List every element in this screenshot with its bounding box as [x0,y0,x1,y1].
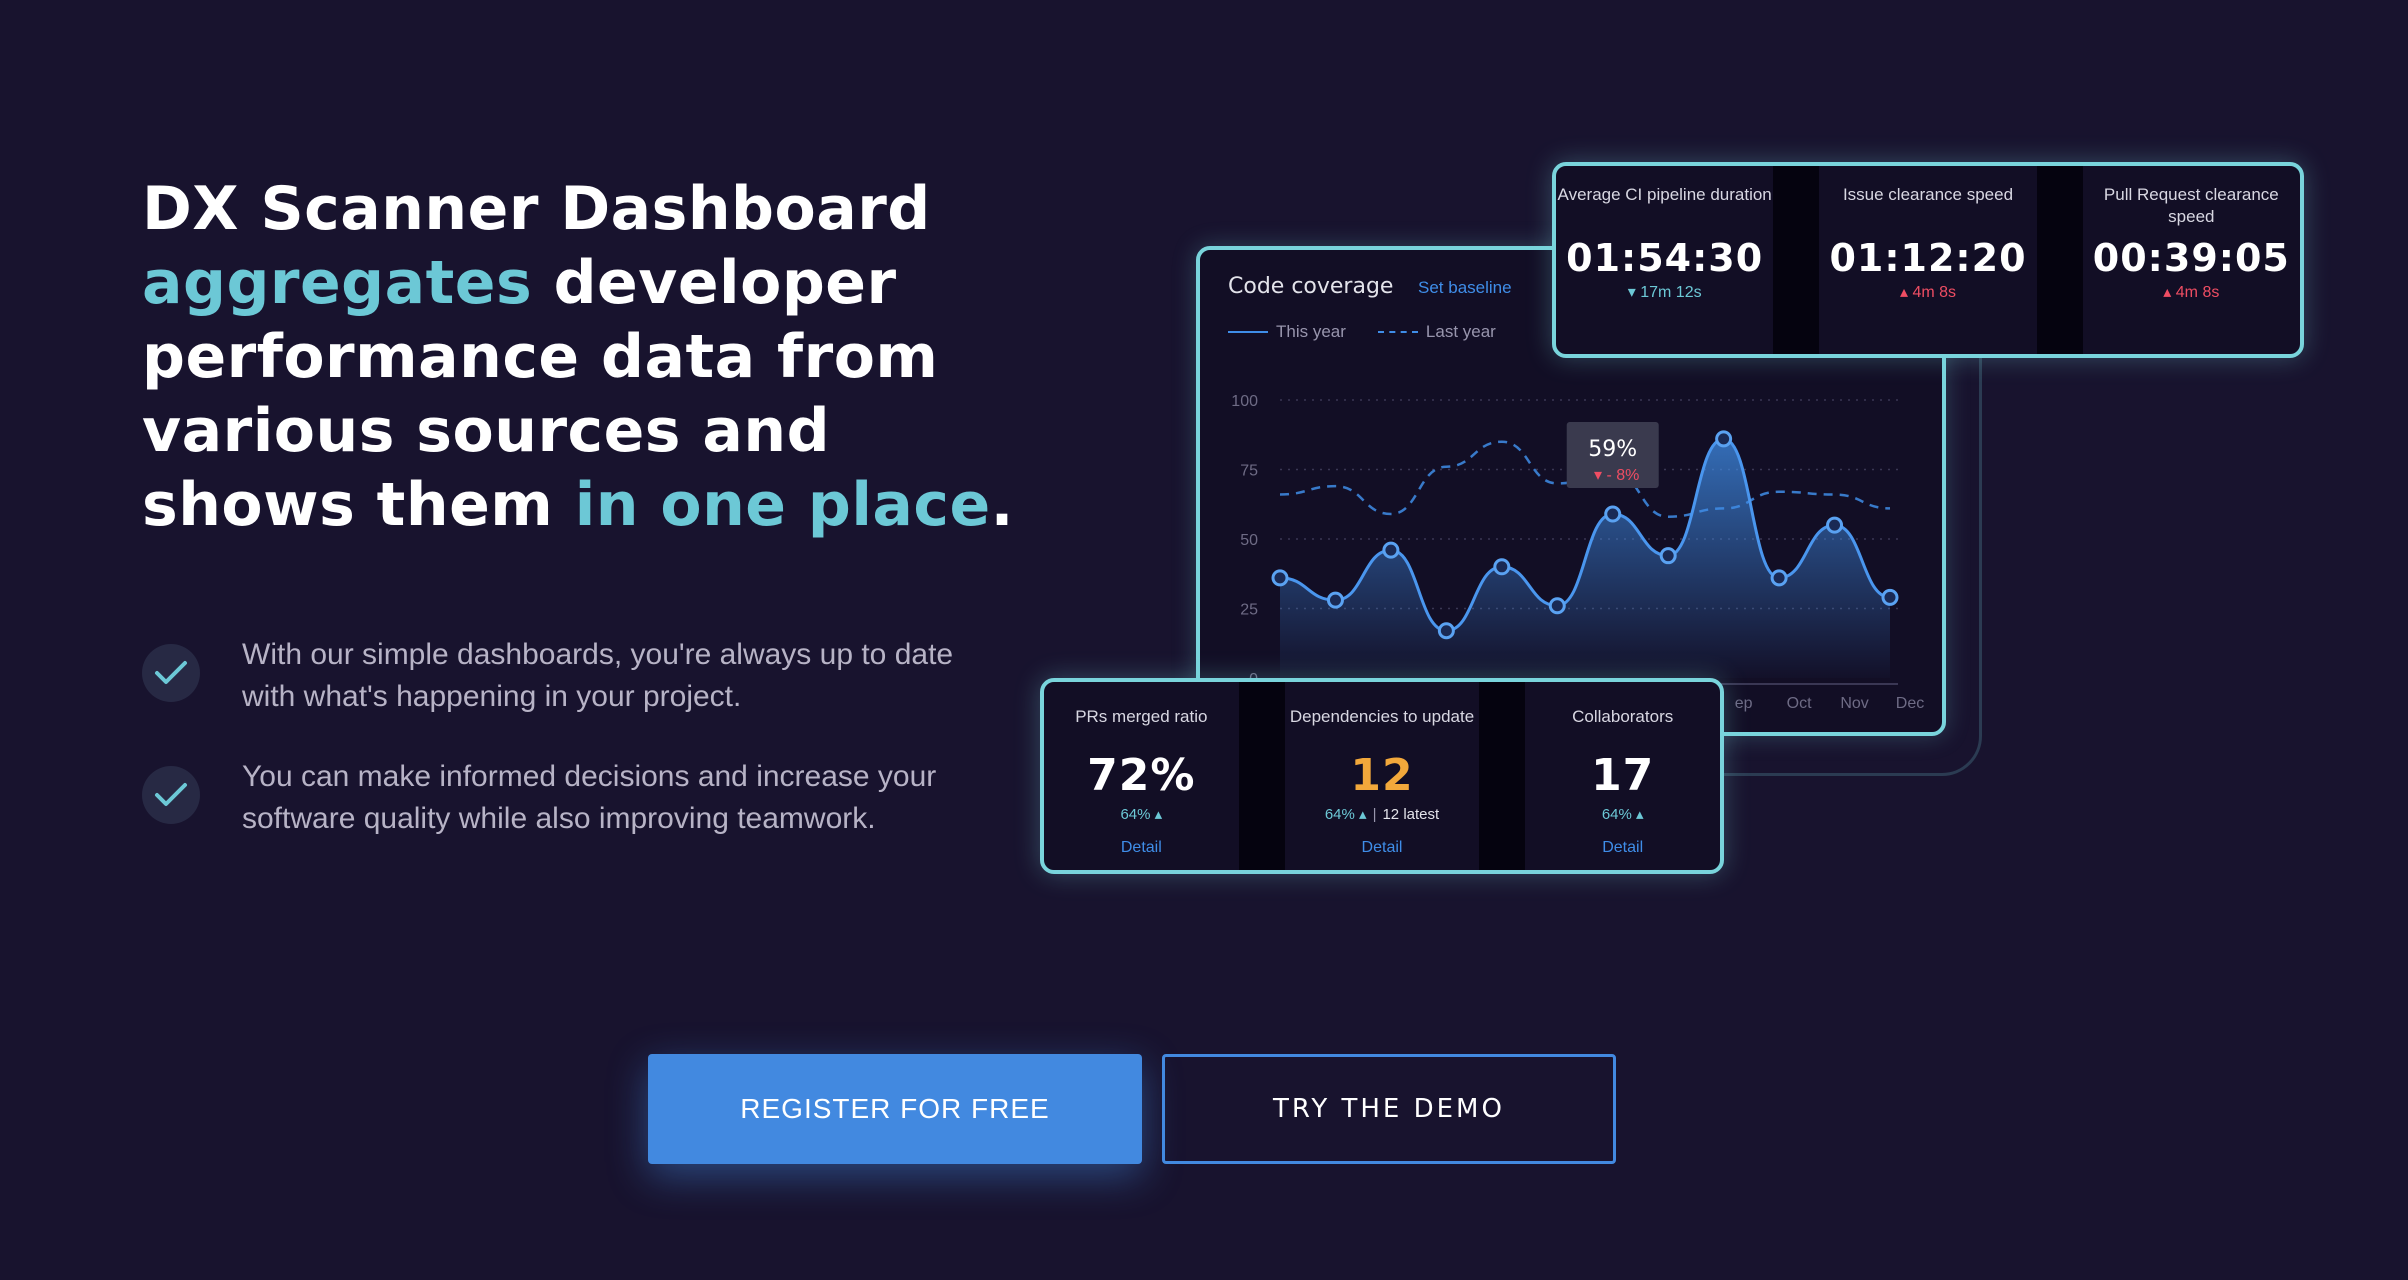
arrow-up-icon: ▴ [1150,806,1163,823]
tooltip-delta: ▾ - 8% [1594,467,1639,484]
chart-title: Code coverage [1228,274,1394,299]
set-baseline-link[interactable]: Set baseline [1418,278,1512,298]
check-icon [142,766,200,824]
data-point [1271,569,1289,587]
x-tick-label: Dec [1896,695,1924,712]
stat-label: Dependencies to update [1289,707,1475,726]
legend-this-year: This year [1228,322,1346,342]
stat-value: 01:54:30 [1566,236,1764,280]
stat-pr-clearance: Pull Request clearance speed 00:39:05 ▴ … [2083,166,2300,354]
data-point [1659,547,1677,565]
stat-dependencies: Dependencies to update 12 64% ▴ | 12 lates… [1285,682,1480,870]
stat-ci-pipeline: Average CI pipeline duration 01:54:30 ▾ … [1556,166,1773,354]
arrow-up-icon: ▴ [1631,806,1644,823]
stat-label: Pull Request clearance speed [2103,185,2279,226]
data-point [1437,622,1455,640]
stat-sub-percent: 64% [1120,806,1151,823]
stat-sub: 64% ▴ | 12 latest [1325,805,1439,823]
stat-label: Issue clearance speed [1842,185,2014,204]
stat-sub-percent: 64% [1324,806,1355,823]
feature-text: With our simple dashboards, you're alway… [242,638,954,713]
legend-last-year-label: Last year [1425,322,1496,341]
arrow-up-icon: ▴ [1354,806,1367,823]
stat-collaborators: Collaborators 17 64% ▴ Detail [1525,682,1720,870]
stat-sub-percent: 64% [1601,806,1632,823]
arrow-down-icon: ▾ [1627,284,1641,301]
y-tick-label: 100 [1231,393,1258,410]
stat-delta-text: 4m 8s [2175,284,2220,301]
y-tick-label: 25 [1240,602,1258,619]
hero-line-4: various sources and [142,396,831,466]
hero-line-3: performance data from [142,322,939,392]
stat-divider [1773,166,1820,354]
check-icon [142,644,200,702]
stat-label: PRs merged ratio [1075,707,1208,726]
stat-value: 12 [1350,750,1414,801]
feature-list: With our simple dashboards, you're alway… [142,634,972,878]
stat-delta-text: 17m 12s [1640,284,1702,301]
stat-divider [1479,682,1526,870]
stat-delta: ▴ 4m 8s [2163,282,2219,302]
stat-delta-text: 4m 8s [1912,284,1957,301]
x-tick-label: Nov [1840,695,1868,712]
detail-link[interactable]: Detail [1602,839,1643,857]
legend-dashed-line [1377,331,1418,333]
legend-this-year-label: This year [1276,322,1346,341]
arrow-up-icon: ▴ [1899,284,1913,301]
stat-divider [1238,682,1285,870]
data-point [1548,597,1566,615]
stat-label: Average CI pipeline duration [1557,185,1772,204]
data-point [1493,558,1511,576]
detail-link[interactable]: Detail [1121,839,1162,857]
hero-accent-one-place: in one place [574,470,991,540]
x-tick-label: ep [1735,695,1753,712]
data-point [1604,505,1622,523]
y-tick-label: 75 [1240,463,1258,480]
register-button[interactable]: REGISTER FOR FREE [648,1054,1142,1164]
stat-label: Collaborators [1572,707,1674,726]
stat-delta: ▾ 17m 12s [1628,282,1702,302]
hero-heading: DX Scanner Dashboard aggregates develope… [142,172,1042,542]
stat-value: 17 [1591,750,1655,801]
stat-divider [2036,166,2083,354]
stat-delta: ▴ 4m 8s [1900,282,1956,302]
hero-line-1: DX Scanner Dashboard [142,174,931,244]
hero-line-5: shows them [142,470,575,540]
stat-sub: 64% ▴ [1120,805,1162,823]
stat-latest: 12 latest [1382,806,1440,823]
repo-stats-card: PRs merged ratio 72% 64% ▴ Detail Depend… [1040,678,1724,874]
sub-separator: | [1372,806,1377,823]
feature-item: You can make informed decisions and incr… [142,756,972,840]
feature-text: You can make informed decisions and incr… [242,760,937,835]
data-point [1715,430,1733,448]
arrow-up-icon: ▴ [2163,284,2176,301]
stat-value: 00:39:05 [2092,236,2290,280]
hero-line-2: developer [532,248,897,318]
legend-last-year: Last year [1377,322,1496,342]
y-tick-label: 50 [1240,532,1258,549]
hero-accent-aggregates: aggregates [142,248,533,318]
data-point [1326,591,1344,609]
data-point [1382,541,1400,559]
legend-solid-line [1228,331,1268,333]
data-point [1770,569,1788,587]
data-point [1881,588,1899,606]
data-point [1826,516,1844,534]
stat-sub: 64% ▴ [1602,805,1644,823]
stat-prs-merged: PRs merged ratio 72% 64% ▴ Detail [1044,682,1239,870]
feature-item: With our simple dashboards, you're alway… [142,634,972,718]
stat-value: 01:12:20 [1829,236,2027,280]
hero-period: . [990,470,1014,540]
pipeline-stats-card: Average CI pipeline duration 01:54:30 ▾ … [1552,162,2304,358]
x-tick-label: Oct [1787,695,1812,712]
chart-legend: This year Last year [1228,322,1496,342]
try-demo-button[interactable]: TRY THE DEMO [1162,1054,1616,1164]
tooltip-value: 59% [1588,437,1637,462]
detail-link[interactable]: Detail [1362,839,1403,857]
stat-issue-clearance: Issue clearance speed 01:12:20 ▴ 4m 8s [1819,166,2036,354]
stat-value: 72% [1087,750,1196,801]
